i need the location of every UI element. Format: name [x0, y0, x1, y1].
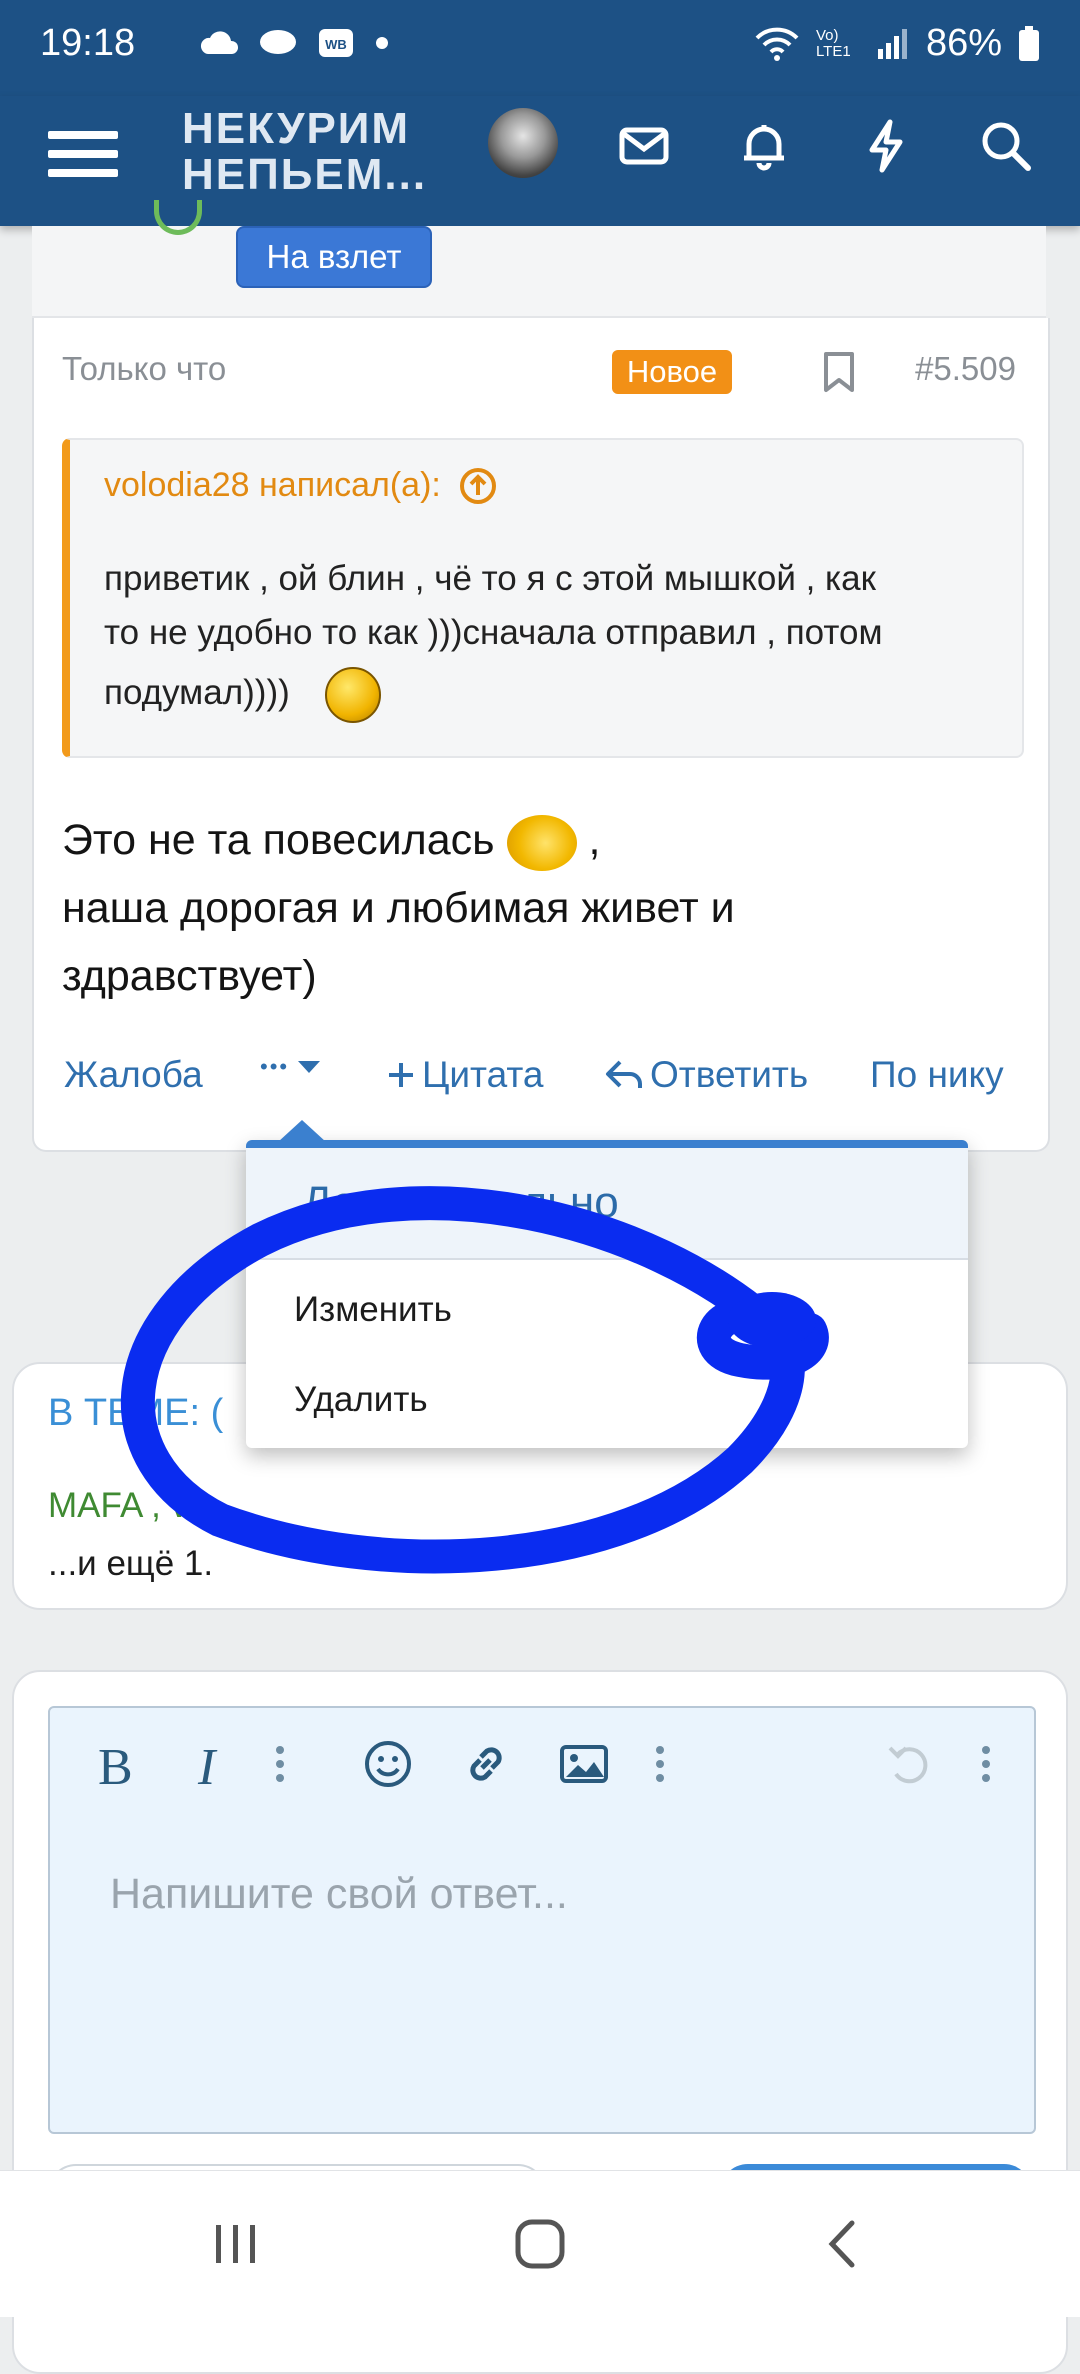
viewers-title: В ТЕМЕ: ( — [48, 1392, 224, 1434]
search-icon[interactable] — [976, 116, 1036, 176]
caret-down-icon — [298, 1061, 321, 1073]
post-text-line: наша дорогая и любимая живет и — [62, 884, 735, 932]
chat-bubble-icon — [260, 30, 296, 54]
bold-button[interactable]: B — [98, 1738, 133, 1796]
wb-app-icon: WB — [319, 29, 353, 57]
status-right-group: Vo) LTE1 86% — [754, 22, 1040, 65]
lightning-icon[interactable] — [856, 116, 916, 176]
viewers-more: ...и ещё 1. — [48, 1544, 214, 1583]
reply-arrow-icon — [606, 1060, 642, 1088]
more-dots: ••• — [260, 1054, 290, 1079]
more-actions-button[interactable]: ••• — [260, 1054, 323, 1080]
home-icon[interactable] — [510, 2217, 570, 2271]
sync-cloud-icon — [200, 31, 239, 54]
post-actions: Жалоба ••• Цитата Ответить По нику — [64, 1054, 1024, 1114]
recent-apps-icon[interactable] — [210, 2217, 262, 2271]
plus-icon — [389, 1063, 413, 1087]
more-insert-icon[interactable] — [654, 1738, 666, 1790]
reply-editor[interactable]: B I Напишите свой ответ... — [48, 1706, 1036, 2134]
quote-line: приветик , ой блин , чё то я с этой мышк… — [104, 559, 876, 598]
more-formatting-icon[interactable] — [274, 1738, 286, 1790]
undo-icon[interactable] — [884, 1738, 936, 1790]
svg-text:WB: WB — [325, 37, 347, 52]
menu-item-edit[interactable]: Изменить — [294, 1290, 452, 1330]
status-notification-icons: WB — [200, 26, 390, 60]
quote-button[interactable]: Цитата — [386, 1054, 543, 1096]
mail-icon[interactable] — [614, 116, 674, 176]
post-body: Это не та повесилась , наша дорогая и лю… — [62, 806, 1002, 1010]
post-text-line: здравствует) — [62, 952, 317, 1000]
viewers-list[interactable]: MAFA , vo — [48, 1486, 208, 1526]
report-label: Жалоба — [64, 1054, 203, 1095]
menu-item-delete[interactable]: Удалить — [294, 1380, 428, 1420]
site-logo-title[interactable]: НЕКУРИМ НЕПЬЕМ... — [182, 106, 452, 198]
site-title-line1: НЕКУРИМ — [182, 104, 411, 153]
editor-toolbar: B I — [50, 1708, 1034, 1818]
italic-button[interactable]: I — [198, 1738, 215, 1796]
image-icon[interactable] — [558, 1738, 610, 1790]
user-avatar[interactable] — [488, 108, 558, 178]
battery-icon — [1019, 25, 1039, 61]
menu-icon[interactable] — [48, 120, 118, 190]
more-options-icon[interactable] — [980, 1738, 992, 1790]
quote-author[interactable]: volodia28 написал(а): — [104, 466, 441, 505]
battery-percent: 86% — [925, 22, 1002, 64]
post-number[interactable]: #5.509 — [915, 350, 1016, 388]
quote-label: Цитата — [422, 1054, 544, 1095]
reply-button[interactable]: Ответить — [604, 1054, 808, 1096]
menu-header-label: Дополнительно — [302, 1178, 619, 1227]
more-actions-menu: Дополнительно Изменить Удалить — [246, 1120, 968, 1448]
report-button[interactable]: Жалоба — [64, 1054, 203, 1096]
rolling-eyes-emoji-icon — [325, 666, 382, 723]
post-text-line-tail: , — [588, 816, 601, 864]
back-icon[interactable] — [818, 2217, 870, 2271]
quote-line: то не удобно то как )))сначала отправил … — [104, 613, 883, 652]
user-rank-badge: На взлет — [236, 226, 432, 288]
network-type-label: Vo) LTE1 — [815, 26, 851, 60]
post-time[interactable]: Только что — [62, 350, 226, 388]
bell-icon[interactable] — [734, 116, 794, 176]
bookmark-icon[interactable] — [820, 350, 858, 394]
post-text-line: Это не та повесилась — [62, 816, 495, 864]
reply-input-placeholder: Напишите свой ответ... — [110, 1870, 568, 1918]
quote-line: подумал)))) — [104, 673, 290, 712]
notification-dot-icon — [376, 37, 388, 49]
status-time: 19:18 — [40, 22, 136, 64]
quote-header[interactable]: volodia28 написал(а): — [104, 466, 497, 505]
status-bar: 19:18 WB Vo) LTE1 86% — [0, 0, 1080, 96]
site-title-line2: НЕПЬЕМ... — [182, 150, 428, 199]
wifi-icon — [755, 27, 799, 61]
emoji-smile-icon[interactable] — [362, 1738, 414, 1790]
arrow-up-circle-icon[interactable] — [459, 467, 497, 505]
quote-text: приветик , ой блин , чё то я с этой мышк… — [104, 552, 1004, 723]
android-nav-bar — [0, 2170, 1080, 2317]
by-nick-button[interactable]: По нику — [870, 1054, 1004, 1096]
hanging-smiley-emoji-icon — [506, 814, 577, 871]
by-nick-label: По нику — [870, 1054, 1004, 1095]
signal-icon — [877, 28, 907, 59]
menu-header: Дополнительно — [246, 1148, 968, 1260]
new-badge: Новое — [612, 350, 732, 394]
quote-block: volodia28 написал(а): приветик , ой блин… — [62, 438, 1024, 758]
link-icon[interactable] — [460, 1738, 512, 1790]
previous-post-footer — [32, 226, 1046, 318]
menu-pointer — [278, 1120, 326, 1142]
reply-label: Ответить — [650, 1054, 809, 1095]
